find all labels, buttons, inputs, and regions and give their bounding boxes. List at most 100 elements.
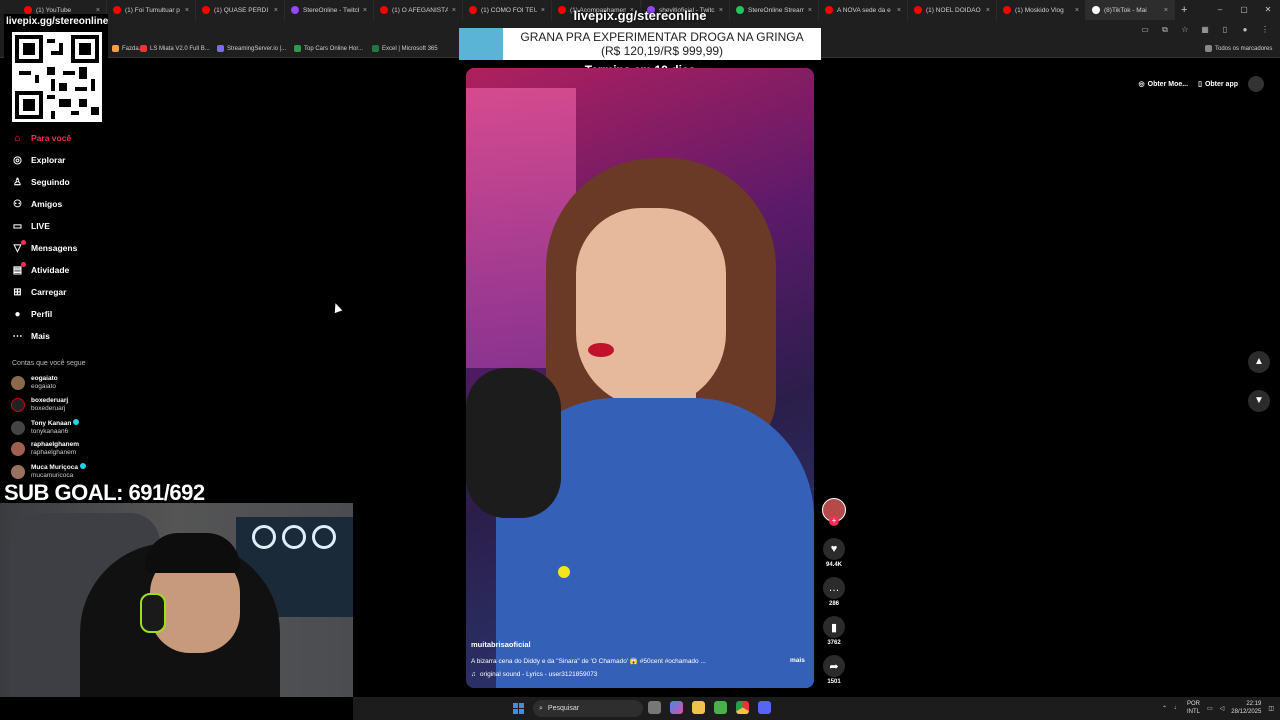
profile-icon[interactable]: ● (1240, 25, 1250, 35)
tab-close-icon[interactable]: × (1164, 7, 1168, 14)
minimize-button[interactable]: – (1208, 0, 1232, 20)
bookmark-item[interactable]: StreamingServer.io |... (217, 45, 286, 52)
tiktok-top-actions: ◎ Obter Moe... ▯ Obter app (1139, 76, 1264, 92)
following-account[interactable]: Muca Muriçoca mucamuricoca (11, 463, 86, 480)
browser-tab[interactable]: (1) NOEL DOIDÃO × (908, 0, 997, 20)
maximize-button[interactable]: ▢ (1232, 0, 1256, 20)
browser-tab[interactable]: StereOnline Stream × (730, 0, 819, 20)
window-controls: – ▢ ✕ (1208, 0, 1280, 20)
bookmark-item[interactable]: LS Miata V2.0 Full B... (140, 45, 210, 52)
discord-icon[interactable] (758, 701, 771, 714)
nav-explorar[interactable]: ◎ Explorar (12, 149, 112, 171)
follow-plus-icon[interactable]: + (829, 516, 839, 526)
share-icon: ➦ (823, 655, 845, 677)
nav-atividade[interactable]: ▤ Atividade (12, 259, 112, 281)
browser-tab[interactable]: (1) QUASE PERDI M × (196, 0, 285, 20)
get-app-button[interactable]: ▯ Obter app (1198, 80, 1238, 89)
tab-favicon-icon (825, 6, 833, 14)
nav-mais[interactable]: ⋯ Mais (12, 325, 112, 347)
windows-start-icon[interactable] (513, 703, 524, 714)
nav-perfil[interactable]: ● Perfil (12, 303, 112, 325)
comment-button[interactable]: … 286 (822, 577, 846, 607)
taskbar-search[interactable]: ⌕ Pesquisar (533, 700, 643, 717)
task-view-icon[interactable] (648, 701, 661, 714)
following-account[interactable]: raphaelghanem raphaelghanem (11, 441, 79, 457)
get-coins-button[interactable]: ◎ Obter Moe... (1139, 80, 1189, 89)
browser-tab[interactable]: (1) COMO FOI TEU × (463, 0, 552, 20)
video-player[interactable] (466, 68, 814, 688)
nav-live[interactable]: ▭ LIVE (12, 215, 112, 237)
next-video-button[interactable]: ▼ (1248, 390, 1270, 412)
network-icon[interactable]: ▭ (1207, 705, 1213, 712)
qr-title: livepix.gg/stereonline (6, 16, 109, 27)
video-more-link[interactable]: mais (790, 657, 805, 664)
video-author[interactable]: muitabrisaoficial (471, 640, 531, 649)
overlay-url: livepix.gg/stereonline (573, 8, 707, 23)
user-avatar[interactable] (1248, 76, 1264, 92)
bookmark-item[interactable]: Top Cars Online Hor... (294, 45, 363, 52)
browser-tab[interactable]: (1) O AFEGANISTÃ × (374, 0, 463, 20)
bookmark-item[interactable]: Excel | Microsoft 365 (372, 45, 438, 52)
extensions-icon[interactable]: ▦ (1200, 25, 1210, 35)
star-icon[interactable]: ☆ (1180, 25, 1190, 35)
tab-close-icon[interactable]: × (452, 7, 456, 14)
tab-close-icon[interactable]: × (274, 7, 278, 14)
file-explorer-icon[interactable] (692, 701, 705, 714)
cast-icon[interactable]: ▭ (1140, 25, 1150, 35)
nav-carregar[interactable]: ⊞ Carregar (12, 281, 112, 303)
browser-tab[interactable]: (1) Foi Tumultuar p × (107, 0, 196, 20)
webcam-feed (0, 503, 353, 697)
nav-para-voce[interactable]: ⌂ Para você (12, 127, 112, 149)
avatar (11, 398, 25, 412)
tab-close-icon[interactable]: × (96, 7, 100, 14)
tab-label: (8)TikTok - Mai (1104, 6, 1147, 14)
chrome-icon[interactable] (736, 701, 749, 714)
browser-tab[interactable]: (8)TikTok - Mai × (1086, 0, 1175, 20)
tab-favicon-icon (914, 6, 922, 14)
translate-icon[interactable]: ⧉ (1160, 25, 1170, 35)
bookmark-icon (372, 45, 379, 52)
copilot-icon[interactable] (670, 701, 683, 714)
tab-close-icon[interactable]: × (1075, 7, 1079, 14)
donation-goal-title: GRANA PRA EXPERIMENTAR DROGA NA GRINGA (520, 30, 804, 44)
video-sound[interactable]: ♫ original sound - Lyrics - user31218590… (471, 671, 597, 678)
tab-close-icon[interactable]: × (808, 7, 812, 14)
sidebar-icon[interactable]: ▯ (1220, 25, 1230, 35)
avatar (11, 464, 25, 479)
bookmark-item[interactable]: Fazda... (112, 45, 144, 52)
mic-icon[interactable]: ♩ (1174, 705, 1180, 711)
nav-amigos[interactable]: ⚇ Amigos (12, 193, 112, 215)
language-indicator[interactable]: POR INTL (1187, 700, 1200, 716)
tab-label: (1) YouTube (36, 6, 72, 14)
store-icon[interactable] (714, 701, 727, 714)
bookmark-icon (140, 45, 147, 52)
profile-icon: ● (14, 308, 21, 320)
previous-video-button[interactable]: ▲ (1248, 351, 1270, 373)
following-account[interactable]: boxederuarj boxederuarj (11, 397, 68, 413)
tab-close-icon[interactable]: × (986, 7, 990, 14)
following-account[interactable]: eogaiato eogaiato (11, 375, 58, 391)
volume-icon[interactable]: ◁ (1220, 705, 1225, 712)
browser-tab[interactable]: StereOnline - Twitch × (285, 0, 374, 20)
nav-mensagens[interactable]: ▽ Mensagens (12, 237, 112, 259)
tab-close-icon[interactable]: × (185, 7, 189, 14)
menu-icon[interactable]: ⋮ (1260, 25, 1270, 35)
nav-seguindo[interactable]: ♙ Seguindo (12, 171, 112, 193)
like-button[interactable]: ♥ 94.4K (822, 538, 846, 568)
save-button[interactable]: ▮ 3762 (822, 616, 846, 646)
browser-tab[interactable]: A NOVA sede da e × (819, 0, 908, 20)
share-button[interactable]: ➦ 1501 (822, 655, 846, 685)
all-bookmarks[interactable]: Todos os marcadores (1205, 45, 1272, 52)
browser-tab[interactable]: (1) Moskido Vlog × (997, 0, 1086, 20)
tab-close-icon[interactable]: × (363, 7, 367, 14)
tab-favicon-icon (24, 6, 32, 14)
clock[interactable]: 22:19 28/12/2025 (1231, 700, 1261, 716)
tab-label: StereOnline Stream (748, 6, 804, 14)
compass-icon: ◎ (13, 154, 22, 166)
close-window-button[interactable]: ✕ (1256, 0, 1280, 20)
notifications-icon[interactable]: ◫ (1268, 705, 1274, 712)
new-tab-button[interactable]: + (1181, 4, 1187, 16)
following-account[interactable]: Tony Kanaan tonykanaan6 (11, 419, 80, 436)
tray-chevron-icon[interactable]: ⌃ (1162, 705, 1167, 712)
tab-close-icon[interactable]: × (897, 7, 901, 14)
